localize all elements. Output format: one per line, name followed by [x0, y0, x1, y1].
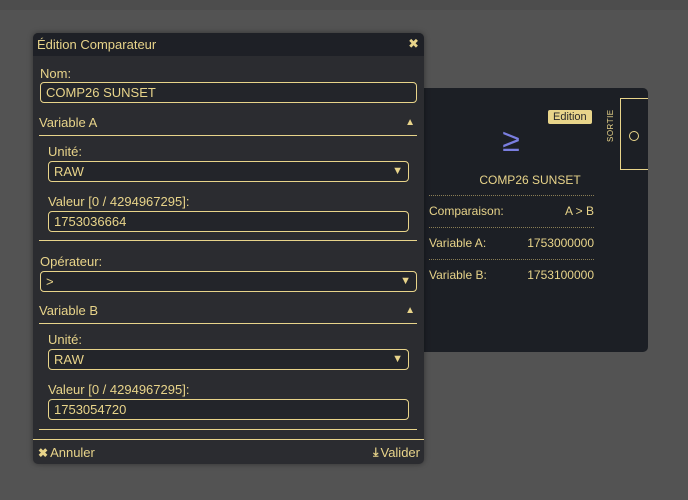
section-heading: Variable B [39, 303, 99, 318]
name-label: Nom: [40, 66, 72, 81]
row-value: A > B [564, 204, 594, 218]
cancel-button-label: Annuler [50, 445, 95, 460]
port-circle-icon[interactable] [629, 131, 639, 141]
output-port-label: SORTIE [606, 109, 615, 142]
node-name: COMP26 SUNSET [479, 173, 581, 187]
download-icon: ⤓ [373, 445, 379, 459]
value-b-input[interactable] [48, 399, 409, 420]
select-value: RAW [54, 352, 84, 367]
select-value: RAW [54, 164, 84, 179]
footer-divider [33, 439, 424, 440]
close-icon: ✖ [38, 445, 49, 460]
close-icon[interactable]: ✖ [408, 36, 419, 52]
edition-badge: Edition [548, 110, 592, 124]
value-a-input[interactable] [48, 211, 409, 232]
value-b-label: Valeur [0 / 4294967295]: [48, 382, 190, 397]
top-strip [0, 0, 688, 10]
chevron-up-icon: ▲ [405, 117, 415, 128]
section-divider [39, 240, 417, 241]
row-value: 1753000000 [527, 236, 594, 250]
section-heading: Variable A [39, 115, 98, 130]
unit-b-select[interactable]: RAW ▼ [48, 349, 409, 370]
section-divider [39, 429, 417, 430]
operator-label: Opérateur: [40, 254, 103, 269]
output-port[interactable] [620, 98, 648, 170]
variable-a-section-toggle[interactable]: Variable A ▲ [39, 111, 417, 136]
node-row-comparison: Comparaison: A > B [429, 195, 594, 226]
unit-a-label: Unité: [48, 144, 82, 159]
chevron-down-icon: ▼ [392, 353, 403, 365]
node-row-variable-b: Variable B: 1753100000 [429, 259, 594, 290]
name-input[interactable] [40, 82, 417, 103]
row-label: Variable A: [429, 236, 487, 250]
dialog-title: Édition Comparateur [37, 37, 157, 52]
value-a-label: Valeur [0 / 4294967295]: [48, 194, 190, 209]
edit-comparator-dialog: Édition Comparateur ✖ Nom: Variable A ▲ … [33, 33, 424, 464]
save-button[interactable]: ⤓ Valider [373, 445, 420, 460]
comparator-node-card[interactable]: Edition SORTIE ≥ COMP26 SUNSET Comparais… [410, 88, 648, 352]
chevron-up-icon: ▲ [405, 305, 415, 316]
node-row-variable-a: Variable A: 1753000000 [429, 227, 594, 258]
chevron-down-icon: ▼ [400, 275, 411, 287]
row-value: 1753100000 [527, 268, 594, 282]
unit-a-select[interactable]: RAW ▼ [48, 161, 409, 182]
row-label: Variable B: [429, 268, 487, 282]
operator-symbol-icon: ≥ [502, 122, 520, 158]
unit-b-label: Unité: [48, 332, 82, 347]
variable-b-section-toggle[interactable]: Variable B ▲ [39, 299, 417, 324]
row-label: Comparaison: [429, 204, 504, 218]
dialog-header: Édition Comparateur ✖ [33, 33, 424, 56]
cancel-button[interactable]: ✖ Annuler [38, 445, 95, 460]
save-button-label: Valider [380, 445, 420, 460]
operator-select[interactable]: > ▼ [40, 271, 417, 292]
select-value: > [46, 274, 54, 289]
chevron-down-icon: ▼ [392, 165, 403, 177]
